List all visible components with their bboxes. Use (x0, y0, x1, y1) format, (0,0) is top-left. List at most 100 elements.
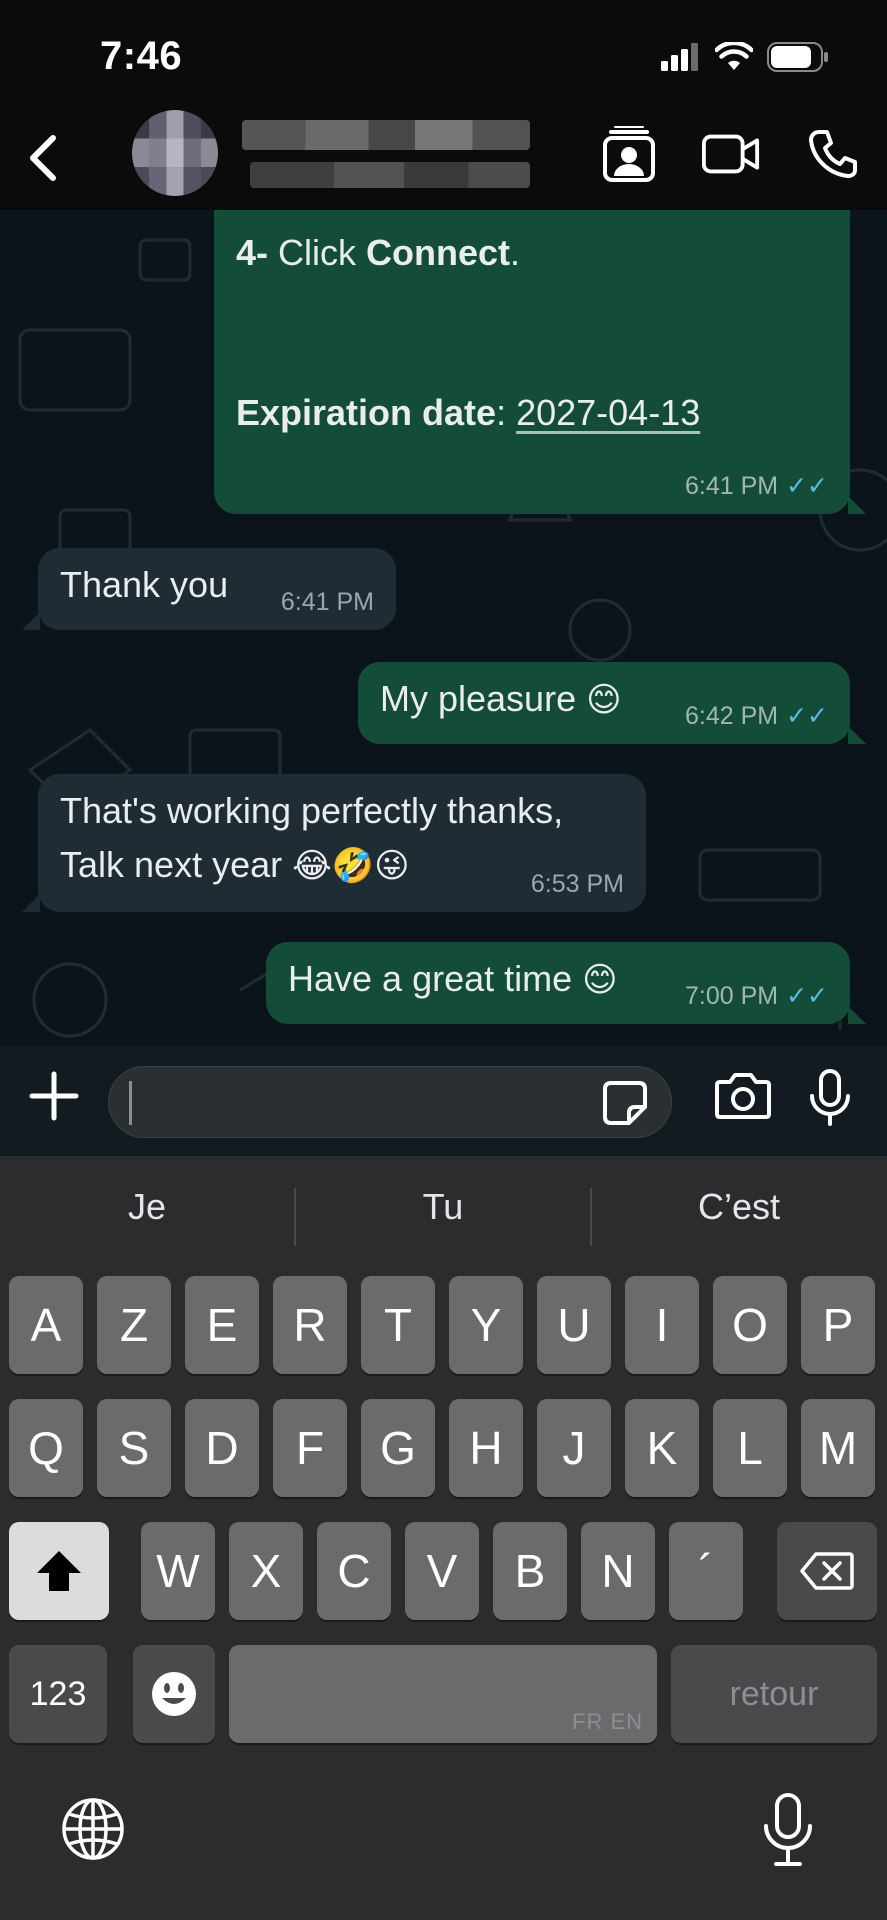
backspace-icon (800, 1552, 854, 1590)
read-ticks-icon: ✓✓ (786, 472, 828, 500)
key[interactable]: X (229, 1522, 303, 1620)
microphone-icon (764, 1793, 812, 1866)
read-ticks-icon: ✓✓ (786, 982, 828, 1010)
key[interactable]: K (625, 1399, 699, 1497)
read-ticks-icon: ✓✓ (786, 702, 828, 730)
message-text: My pleasure 😊 (380, 672, 622, 727)
message-input[interactable] (108, 1066, 672, 1138)
message-time: 6:41 PM (684, 472, 779, 500)
message-line: 4- Click Connect. (236, 226, 520, 280)
key[interactable]: Z (97, 1276, 171, 1374)
numbers-key[interactable]: 123 (9, 1645, 107, 1743)
key[interactable]: E (185, 1276, 259, 1374)
key[interactable]: P (801, 1276, 875, 1374)
emoji: 😊 (586, 681, 622, 719)
bubble-tail (22, 612, 40, 630)
back-button[interactable] (18, 128, 68, 188)
contact-card-button[interactable] (599, 124, 659, 184)
key[interactable]: W (141, 1522, 215, 1620)
globe-button[interactable] (60, 1796, 130, 1866)
message-bubble-incoming[interactable]: That's working perfectly thanks, Talk ne… (38, 774, 646, 912)
suggestion-item[interactable]: Je (0, 1186, 294, 1228)
bubble-tail (848, 496, 866, 514)
contact-name[interactable] (242, 120, 530, 150)
key[interactable]: C (317, 1522, 391, 1620)
voice-message-button[interactable] (806, 1068, 854, 1128)
key[interactable]: U (537, 1276, 611, 1374)
suggestion-item[interactable]: Tu (296, 1186, 590, 1228)
key[interactable]: G (361, 1399, 435, 1497)
message-text: That's working perfectly thanks, (60, 790, 564, 831)
key[interactable]: F (273, 1399, 347, 1497)
message-bubble-outgoing[interactable]: 4- Click Connect. Expiration date: 2027-… (214, 210, 850, 514)
contact-status[interactable] (250, 162, 530, 188)
message-text: Click (268, 232, 367, 273)
suggestion-item[interactable]: C’est (592, 1186, 886, 1228)
key[interactable]: A (9, 1276, 83, 1374)
message-meta: 6:41 PM (281, 588, 374, 616)
message-bubble-outgoing[interactable]: Have a great time 😊 7:00 PM ✓✓ (266, 942, 850, 1024)
expiration-date-link[interactable]: 2027-04-13 (516, 392, 700, 433)
key[interactable]: N (581, 1522, 655, 1620)
key[interactable]: T (361, 1276, 435, 1374)
status-icons (661, 42, 829, 72)
text-cursor (129, 1081, 132, 1125)
expiration-label: Expiration date (236, 392, 497, 433)
backspace-key[interactable] (777, 1522, 877, 1620)
key[interactable]: Q (9, 1399, 83, 1497)
contact-avatar[interactable] (132, 110, 218, 196)
key[interactable]: R (273, 1276, 347, 1374)
key[interactable]: D (185, 1399, 259, 1497)
key[interactable]: Y (449, 1276, 523, 1374)
suggestion-bar: Je Tu C’est (0, 1156, 887, 1274)
message-time: 6:53 PM (530, 870, 624, 898)
space-key[interactable]: FR EN (229, 1645, 657, 1743)
header-actions (599, 124, 863, 184)
message-time: 6:41 PM (280, 588, 374, 616)
key[interactable]: S (97, 1399, 171, 1497)
message-text: Talk next year 😂🤣😜 (60, 838, 410, 893)
return-key-label: retour (729, 1674, 819, 1713)
message-text: : (496, 392, 517, 433)
sticker-button[interactable] (601, 1079, 649, 1127)
key[interactable]: O (713, 1276, 787, 1374)
message-bubble-outgoing[interactable]: My pleasure 😊 6:42 PM ✓✓ (358, 662, 850, 744)
message-time: 7:00 PM (684, 982, 779, 1010)
status-time: 7:46 (100, 34, 183, 78)
key[interactable]: B (493, 1522, 567, 1620)
key[interactable]: L (713, 1399, 787, 1497)
dictation-button[interactable] (760, 1792, 816, 1868)
attach-button[interactable] (26, 1068, 82, 1124)
message-text-content: My pleasure (380, 678, 577, 719)
keyboard: Je Tu C’est A Z E R T Y U I O P Q S D F … (0, 1156, 887, 1920)
chat-area[interactable]: 4- Click Connect. Expiration date: 2027-… (0, 210, 887, 1046)
key[interactable]: M (801, 1399, 875, 1497)
message-meta: 7:00 PM ✓✓ (685, 982, 828, 1010)
wifi-icon (715, 42, 753, 70)
key[interactable]: V (405, 1522, 479, 1620)
message-text: . (510, 232, 521, 273)
emoji: 😊 (582, 961, 618, 999)
key[interactable]: I (625, 1276, 699, 1374)
key[interactable]: ´ (669, 1522, 743, 1620)
return-key[interactable]: retour (671, 1645, 877, 1743)
message-text: Thank you (60, 564, 229, 605)
emoji-key[interactable] (133, 1645, 215, 1743)
bubble-tail (848, 1006, 866, 1024)
message-meta: 6:41 PM ✓✓ (685, 472, 828, 500)
camera-button[interactable] (714, 1070, 772, 1128)
key[interactable]: J (537, 1399, 611, 1497)
message-text-content: Have a great time (288, 958, 573, 999)
bubble-tail (22, 894, 40, 912)
message-line: Expiration date: 2027-04-13 (236, 386, 700, 440)
voice-call-button[interactable] (803, 124, 863, 184)
key[interactable]: H (449, 1399, 523, 1497)
video-call-button[interactable] (701, 124, 761, 184)
status-bar: 7:46 (0, 0, 887, 110)
whatsapp-chat-screen: 7:46 4- Click Connect. Expiration date: … (0, 0, 887, 1920)
message-text: Have a great time 😊 (288, 952, 618, 1007)
message-text-content: Talk next year (60, 844, 283, 885)
message-bubble-incoming[interactable]: Thank you 6:41 PM (38, 548, 396, 630)
chevron-left-icon (30, 135, 56, 181)
shift-key[interactable] (9, 1522, 109, 1620)
